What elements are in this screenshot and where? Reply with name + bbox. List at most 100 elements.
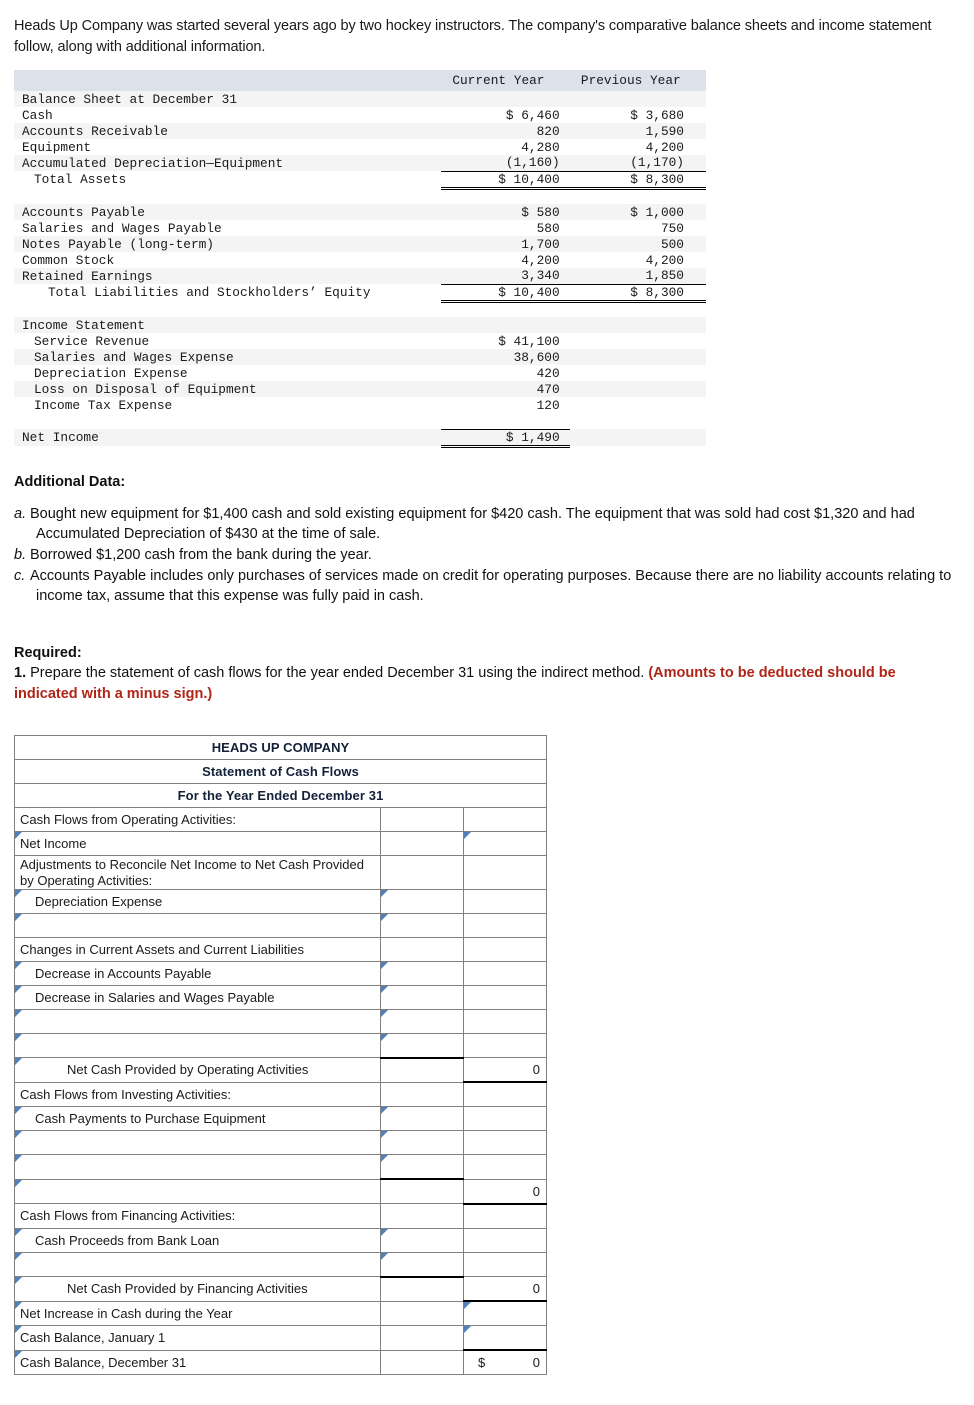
cell-marker-icon [15, 1326, 22, 1333]
worksheet-description-label: Net Income [15, 836, 86, 851]
worksheet-amount-cell-b [464, 855, 547, 889]
cell-marker-icon [15, 1229, 22, 1236]
additional-data-marker: b. [14, 545, 30, 565]
fin-row-previous-value [570, 333, 706, 349]
worksheet-row: Adjustments to Reconcile Net Income to N… [15, 855, 547, 889]
fin-row-previous-value: 750 [570, 220, 706, 236]
worksheet-amount-cell-a[interactable] [381, 1252, 464, 1277]
fin-row: Net Income$ 1,490 [14, 429, 706, 446]
cell-marker-icon [15, 914, 22, 921]
worksheet-description-cell[interactable]: Net Increase in Cash during the Year [15, 1301, 381, 1326]
worksheet-description-cell[interactable] [15, 1131, 381, 1155]
worksheet-description-cell[interactable]: Net Cash Provided by Operating Activitie… [15, 1058, 381, 1083]
cell-marker-icon [381, 890, 388, 897]
worksheet-description-cell[interactable]: Cash Payments to Purchase Equipment [15, 1107, 381, 1131]
fin-header-row: Current YearPrevious Year [14, 70, 706, 91]
worksheet-amount-cell-b [464, 937, 547, 961]
worksheet-description-cell[interactable] [15, 1179, 381, 1204]
fin-row-previous-value [570, 317, 706, 333]
worksheet-description-cell[interactable]: Decrease in Accounts Payable [15, 961, 381, 985]
worksheet-amount-value-b: 0 [533, 1355, 540, 1370]
fin-row-label: Cash [14, 107, 441, 123]
worksheet-amount-cell-a[interactable] [381, 1107, 464, 1131]
worksheet-row [15, 1252, 547, 1277]
worksheet-amount-cell-a[interactable] [381, 961, 464, 985]
fin-row: Equipment4,2804,200 [14, 139, 706, 155]
fin-row-current-value: 1,700 [441, 236, 569, 252]
worksheet-description-cell[interactable]: Depreciation Expense [15, 889, 381, 913]
fin-row-label: Loss on Disposal of Equipment [14, 381, 441, 397]
cell-marker-icon [381, 1131, 388, 1138]
worksheet-row [15, 1033, 547, 1058]
cash-flow-worksheet-table: HEADS UP COMPANYStatement of Cash FlowsF… [14, 735, 547, 1376]
worksheet-description-cell[interactable]: Net Income [15, 831, 381, 855]
worksheet-description-cell[interactable] [15, 1009, 381, 1033]
fin-row-current-value: 120 [441, 397, 569, 413]
worksheet-amount-cell-a[interactable] [381, 1228, 464, 1252]
fin-row-label: Service Revenue [14, 333, 441, 349]
worksheet-amount-cell-b [464, 913, 547, 937]
worksheet-amount-cell-a[interactable] [381, 889, 464, 913]
worksheet-description-cell: Cash Flows from Financing Activities: [15, 1204, 381, 1229]
worksheet-amount-cell-a [381, 937, 464, 961]
additional-data-text: Bought new equipment for $1,400 cash and… [30, 506, 915, 542]
worksheet-title-row: HEADS UP COMPANY [15, 735, 547, 759]
worksheet-description-label: Cash Balance, December 31 [15, 1355, 186, 1370]
worksheet-description-label: Adjustments to Reconcile Net Income to N… [15, 856, 380, 889]
worksheet-amount-cell-a[interactable] [381, 1009, 464, 1033]
fin-row-previous-value: 1,590 [570, 123, 706, 139]
worksheet-amount-cell-a[interactable] [381, 985, 464, 1009]
fin-row-previous-value [570, 397, 706, 413]
fin-row-previous-value: 4,200 [570, 252, 706, 268]
fin-row-label: Common Stock [14, 252, 441, 268]
worksheet-amount-cell-b [464, 1131, 547, 1155]
worksheet-description-label: Changes in Current Assets and Current Li… [15, 942, 304, 957]
fin-row: Accumulated Depreciation—Equipment(1,160… [14, 155, 706, 171]
worksheet-description-cell[interactable]: Cash Balance, January 1 [15, 1326, 381, 1351]
worksheet-amount-cell-b[interactable] [464, 831, 547, 855]
fin-row-previous-value: $ 3,680 [570, 107, 706, 123]
worksheet-amount-cell-a[interactable] [381, 913, 464, 937]
fin-row-current-value [441, 91, 569, 107]
fin-row-current-value: 420 [441, 365, 569, 381]
required-heading: Required: [0, 607, 974, 661]
worksheet-amount-cell-b [464, 1155, 547, 1180]
worksheet-amount-value-b: 0 [533, 1062, 540, 1077]
fin-row: Salaries and Wages Payable580750 [14, 220, 706, 236]
worksheet-amount-cell-a [381, 1326, 464, 1351]
worksheet-description-cell[interactable]: Net Cash Provided by Financing Activitie… [15, 1277, 381, 1302]
worksheet-description-cell[interactable] [15, 913, 381, 937]
cell-marker-icon [15, 1253, 22, 1260]
additional-data-item: a.Bought new equipment for $1,400 cash a… [14, 504, 952, 544]
additional-data-marker: c. [14, 566, 30, 586]
fin-row-label: Accumulated Depreciation—Equipment [14, 155, 441, 171]
worksheet-amount-cell-a[interactable] [381, 1131, 464, 1155]
worksheet-row [15, 1009, 547, 1033]
intro-paragraph: Heads Up Company was started several yea… [0, 0, 974, 58]
fin-header-current-year: Current Year [441, 70, 569, 91]
worksheet-amount-cell-b [464, 1228, 547, 1252]
fin-row: Accounts Payable$ 580$ 1,000 [14, 204, 706, 220]
worksheet-description-cell: Changes in Current Assets and Current Li… [15, 937, 381, 961]
fin-row: Total Liabilities and Stockholders’ Equi… [14, 284, 706, 301]
fin-row: Balance Sheet at December 31 [14, 91, 706, 107]
worksheet-description-cell[interactable] [15, 1033, 381, 1058]
worksheet-description-label: Net Increase in Cash during the Year [15, 1306, 232, 1321]
cell-marker-icon [15, 1277, 22, 1284]
worksheet-amount-cell-a[interactable] [381, 1033, 464, 1058]
cash-flow-worksheet-section: HEADS UP COMPANYStatement of Cash FlowsF… [0, 705, 974, 1405]
additional-data-item: b.Borrowed $1,200 cash from the bank dur… [14, 545, 952, 565]
fin-row-previous-value [570, 365, 706, 381]
cell-marker-icon [15, 1058, 22, 1065]
worksheet-description-cell[interactable]: Decrease in Salaries and Wages Payable [15, 985, 381, 1009]
worksheet-description-cell[interactable]: Cash Proceeds from Bank Loan [15, 1228, 381, 1252]
worksheet-description-cell[interactable]: Cash Balance, December 31 [15, 1350, 381, 1375]
cell-marker-icon [381, 1010, 388, 1017]
worksheet-amount-cell-b[interactable] [464, 1326, 547, 1351]
worksheet-amount-cell-a[interactable] [381, 1155, 464, 1180]
worksheet-row [15, 913, 547, 937]
worksheet-amount-cell-a [381, 1179, 464, 1204]
worksheet-description-cell[interactable] [15, 1252, 381, 1277]
worksheet-description-cell[interactable] [15, 1155, 381, 1180]
worksheet-amount-cell-b[interactable] [464, 1301, 547, 1326]
